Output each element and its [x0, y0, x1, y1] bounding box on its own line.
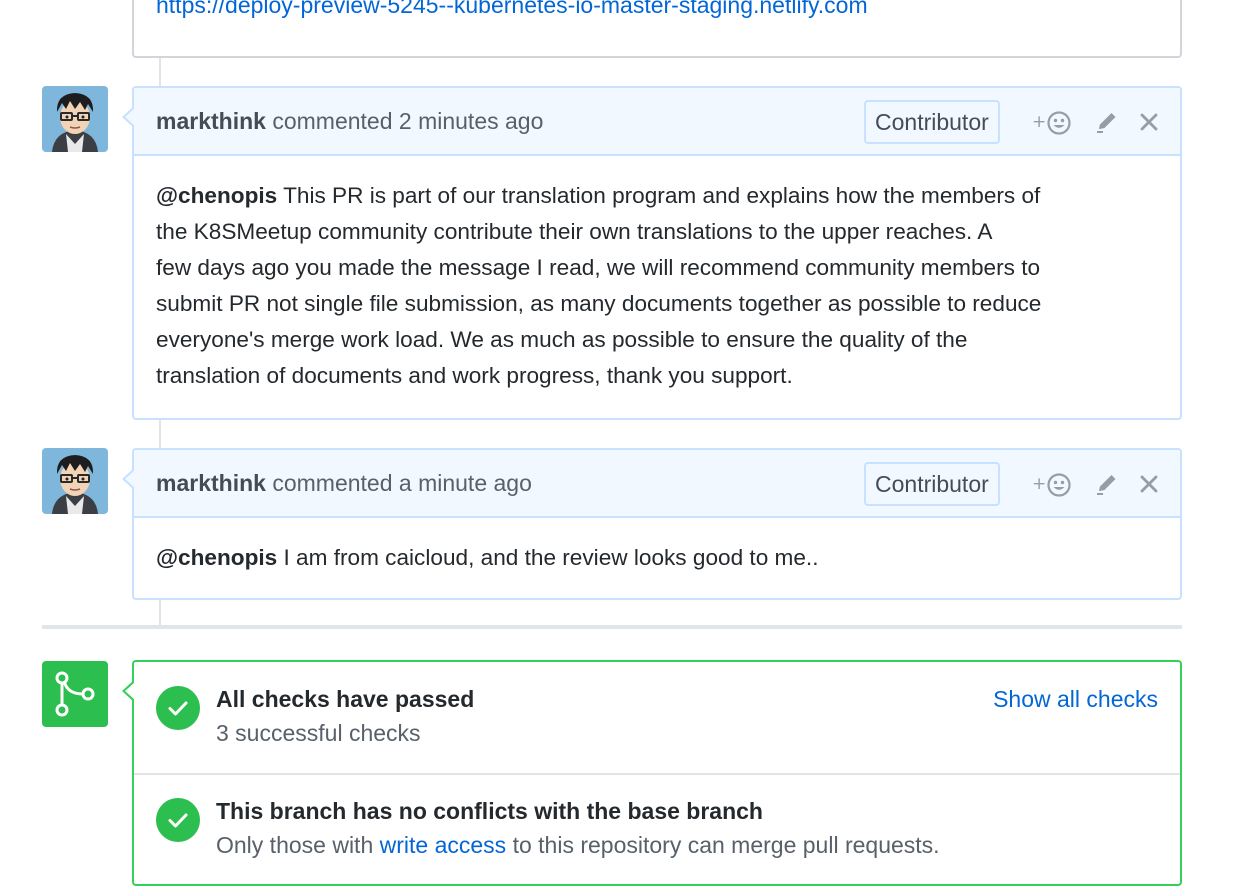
deploy-preview-comment: https://deploy-preview-5245--kubernetes-… [132, 0, 1182, 58]
conflicts-status-row: This branch has no conflicts with the ba… [134, 775, 1180, 886]
check-icon [156, 798, 200, 842]
svg-text:+: + [1032, 474, 1046, 494]
comment: markthink commented a minute ago Contrib… [122, 448, 1182, 600]
svg-text:+: + [1032, 112, 1046, 132]
conflicts-title: This branch has no conflicts with the ba… [216, 798, 763, 824]
comment-body: @chenopis This PR is part of our transla… [156, 183, 1042, 388]
pencil-icon[interactable] [1096, 110, 1118, 139]
contributor-badge: Contributor [864, 462, 1000, 506]
close-icon[interactable] [1138, 110, 1160, 139]
comment-header: markthink commented 2 minutes ago Contri… [134, 88, 1180, 156]
add-reaction-icon[interactable]: + [1032, 472, 1074, 503]
comment-timestamp[interactable]: a minute ago [399, 470, 532, 496]
comment: markthink commented 2 minutes ago Contri… [122, 86, 1182, 420]
comment-action: commented [272, 470, 393, 496]
comment-author-line: markthink commented 2 minutes ago [156, 108, 543, 135]
deploy-preview-link[interactable]: https://deploy-preview-5245--kubernetes-… [156, 0, 868, 19]
comment-author[interactable]: markthink [156, 470, 266, 496]
comment-author[interactable]: markthink [156, 108, 266, 134]
timeline-connector [159, 600, 161, 625]
close-icon[interactable] [1138, 472, 1160, 501]
conflicts-subtitle: Only those with write access to this rep… [216, 832, 940, 858]
git-merge-icon [42, 661, 108, 727]
show-all-checks-link[interactable]: Show all checks [993, 686, 1158, 713]
comment-action: commented [272, 108, 393, 134]
check-icon [156, 686, 200, 730]
add-reaction-icon[interactable]: + [1032, 110, 1074, 141]
comment-timestamp[interactable]: 2 minutes ago [399, 108, 543, 134]
pencil-icon[interactable] [1096, 472, 1118, 501]
checks-title: All checks have passed [216, 686, 475, 712]
timeline-separator [42, 625, 1182, 629]
checks-subtitle: 3 successful checks [216, 720, 421, 746]
timeline-connector [159, 420, 161, 448]
comment-header: markthink commented a minute ago Contrib… [134, 450, 1180, 518]
comment-body: @chenopis I am from caicloud, and the re… [156, 545, 819, 570]
comment-author-line: markthink commented a minute ago [156, 470, 532, 497]
checks-status-row: All checks have passed 3 successful chec… [134, 662, 1180, 773]
timeline-connector [159, 58, 161, 86]
avatar[interactable] [42, 86, 108, 152]
merge-status-box: All checks have passed 3 successful chec… [122, 660, 1182, 886]
write-access-link[interactable]: write access [380, 832, 507, 858]
user-mention[interactable]: @chenopis [156, 545, 277, 570]
contributor-badge: Contributor [864, 100, 1000, 144]
avatar[interactable] [42, 448, 108, 514]
user-mention[interactable]: @chenopis [156, 183, 277, 208]
